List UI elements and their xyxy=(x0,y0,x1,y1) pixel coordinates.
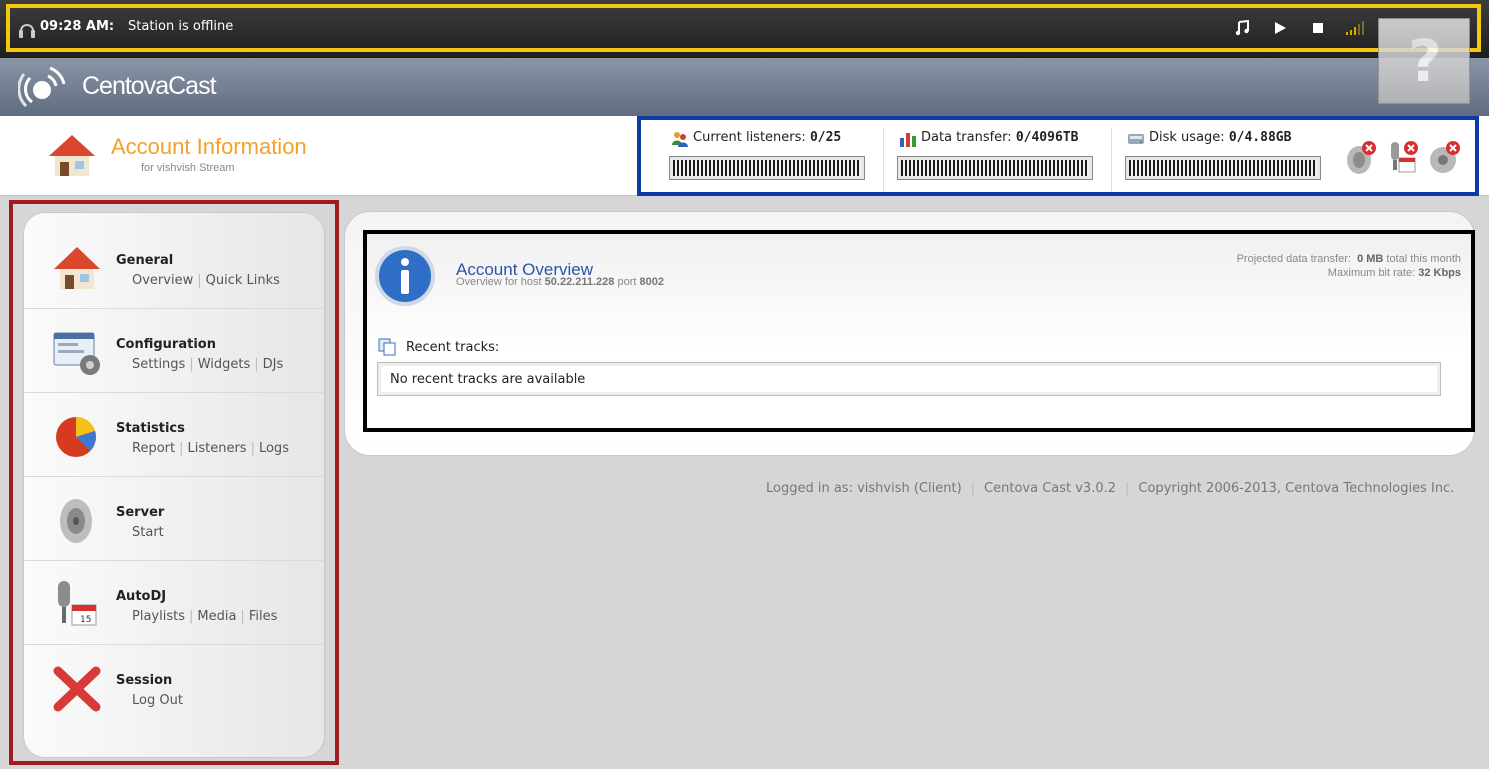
disk-icon xyxy=(1128,134,1144,144)
sidebar-link-widgets[interactable]: Widgets xyxy=(198,357,251,372)
stat-listeners: Current listeners: 0/25 xyxy=(669,128,883,192)
autodj-offline-icon[interactable] xyxy=(1385,138,1421,176)
sidebar-links: Playlists | Media | Files xyxy=(132,609,278,624)
svg-text:15: 15 xyxy=(80,615,91,625)
sidebar-links: Settings | Widgets | DJs xyxy=(132,357,284,372)
sidebar-links: Report | Listeners | Logs xyxy=(132,441,289,456)
projected-transfer-value: 0 MB xyxy=(1357,253,1384,265)
footer: Logged in as: vishvish (Client) | Centova … xyxy=(766,481,1455,496)
status-bar: 09:28 AM: Station is offline xyxy=(0,0,1489,58)
pie-chart-icon xyxy=(56,417,96,457)
max-bitrate-value: 32 Kbps xyxy=(1418,267,1461,279)
relay-offline-icon[interactable] xyxy=(1427,138,1463,176)
stat-listeners-value: 0/25 xyxy=(809,130,842,145)
transfer-meter xyxy=(897,156,1093,180)
stat-disk-value: 0/4.88GB xyxy=(1228,130,1292,145)
sidebar-group-statistics: Statistics Report | Listeners | Logs xyxy=(24,393,324,477)
speaker-icon xyxy=(60,499,92,543)
recent-tracks-list: No recent tracks are available xyxy=(377,362,1441,396)
close-x-icon xyxy=(53,666,101,712)
status-time: 09:28 AM: xyxy=(40,19,115,34)
sidebar-link-djs[interactable]: DJs xyxy=(263,357,284,372)
recent-tracks-empty: No recent tracks are available xyxy=(390,372,586,387)
overview-port: 8002 xyxy=(639,276,664,288)
footer-version[interactable]: Centova Cast v3.0.2 xyxy=(984,481,1116,496)
stat-divider xyxy=(883,128,884,192)
sidebar-group-session: Session Log Out xyxy=(24,645,324,729)
help-button[interactable]: ? xyxy=(1378,18,1470,104)
status-bar-frame: 09:28 AM: Station is offline xyxy=(6,4,1481,52)
sidebar-group-title: Session xyxy=(116,673,173,688)
footer-copyright[interactable]: Copyright 2006-2013, Centova Technologie… xyxy=(1138,481,1454,496)
sidebar-links: Log Out xyxy=(132,693,183,708)
sidebar-link-report[interactable]: Report xyxy=(132,441,175,456)
sidebar-group-title: AutoDJ xyxy=(116,589,167,604)
sidebar-group-autodj: 15 AutoDJ Playlists | Media | Files xyxy=(24,561,324,645)
stat-disk: Disk usage: 0/4.88GB xyxy=(1125,128,1339,192)
footer-logged-in: Logged in as: vishvish (Client) xyxy=(766,481,962,496)
sidebar-group-title: Statistics xyxy=(116,421,185,436)
music-note-icon[interactable] xyxy=(1231,17,1253,39)
stat-transfer-value: 0/4096TB xyxy=(1015,130,1079,145)
sidebar-group-title: Configuration xyxy=(116,337,216,352)
overview-subtitle: Overview for host 50.22.211.228 port 800… xyxy=(456,276,664,288)
sidebar-group-general: General Overview | Quick Links xyxy=(24,225,324,309)
sidebar-link-playlists[interactable]: Playlists xyxy=(132,609,185,624)
sidebar-nav: General Overview | Quick Links Configurati… xyxy=(23,212,325,758)
projection-info: Projected data transfer: 0 MB total this… xyxy=(1236,253,1461,279)
stat-transfer-label: Data transfer: 0/4096TB xyxy=(921,130,1079,145)
sidebar-links: Start xyxy=(132,525,164,540)
sidebar-link-logs[interactable]: Logs xyxy=(259,441,289,456)
info-icon xyxy=(375,246,435,306)
help-icon: ? xyxy=(1408,27,1442,95)
page-title: Account Information xyxy=(111,134,307,159)
sidebar-link-listeners[interactable]: Listeners xyxy=(188,441,247,456)
account-overview: Account Overview Overview for host 50.22… xyxy=(363,230,1475,432)
sidebar-link-log-out[interactable]: Log Out xyxy=(132,693,183,708)
bar-chart-icon xyxy=(900,133,916,147)
broadcast-logo-icon xyxy=(18,66,66,108)
overview-host: 50.22.211.228 xyxy=(544,276,615,288)
sidebar-link-start[interactable]: Start xyxy=(132,525,164,540)
house-icon xyxy=(54,247,100,289)
sidebar-link-quick-links[interactable]: Quick Links xyxy=(206,273,280,288)
sidebar-link-files[interactable]: Files xyxy=(249,609,278,624)
sidebar-group-configuration: Configuration Settings | Widgets | DJs xyxy=(24,309,324,393)
disk-meter xyxy=(1125,156,1321,180)
sidebar-link-media[interactable]: Media xyxy=(197,609,236,624)
sidebar-link-overview[interactable]: Overview xyxy=(132,273,193,288)
brand-name[interactable]: CentovaCast xyxy=(82,72,217,101)
stop-icon[interactable] xyxy=(1307,17,1329,39)
stat-transfer: Data transfer: 0/4096TB xyxy=(897,128,1111,192)
listeners-meter xyxy=(669,156,865,180)
status-message: Station is offline xyxy=(128,19,234,34)
stat-listeners-label: Current listeners: 0/25 xyxy=(693,130,842,145)
sidebar-links: Overview | Quick Links xyxy=(132,273,280,288)
recent-tracks-label: Recent tracks: xyxy=(406,340,500,355)
sidebar-link-settings[interactable]: Settings xyxy=(132,357,185,372)
headphone-icon xyxy=(19,24,35,38)
page-subtitle: for vishvish Stream xyxy=(141,162,235,174)
copy-tracks-icon xyxy=(378,338,396,356)
usage-stats: Current listeners: 0/25 Data transfer: 0… xyxy=(637,116,1479,196)
sidebar-frame: General Overview | Quick Links Configurati… xyxy=(9,200,339,765)
stat-divider xyxy=(1111,128,1112,192)
play-icon[interactable] xyxy=(1269,17,1291,39)
house-icon xyxy=(49,135,95,176)
signal-icon xyxy=(1345,17,1367,39)
stat-disk-label: Disk usage: 0/4.88GB xyxy=(1149,130,1292,145)
brand-bar: CentovaCast xyxy=(0,58,1489,116)
player-controls xyxy=(1231,17,1367,39)
sidebar-group-server: Server Start xyxy=(24,477,324,561)
settings-window-icon xyxy=(53,332,100,375)
users-icon xyxy=(672,132,688,147)
sidebar-group-title: General xyxy=(116,253,174,268)
sidebar-group-title: Server xyxy=(116,505,165,520)
server-offline-icon[interactable] xyxy=(1343,138,1379,176)
microphone-calendar-icon: 15 xyxy=(58,581,97,626)
